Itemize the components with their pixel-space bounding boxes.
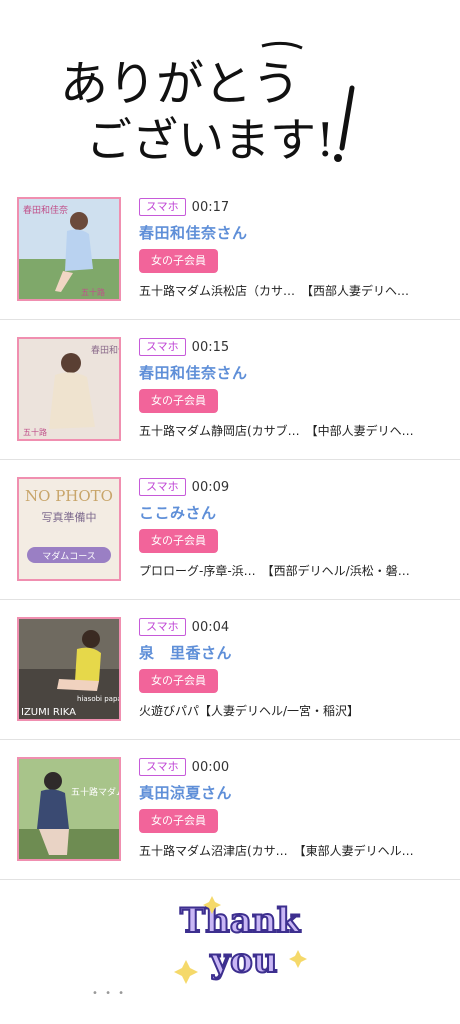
footer-dots: • • • [92,988,127,999]
device-badge: スマホ [139,198,186,216]
device-badge: スマホ [139,618,186,636]
thumb-logo-text: 五十路 [23,427,47,437]
shop-name: 火遊びパパ【人妻デリヘル/一宮・稲沢】 [139,704,360,718]
visit-time: 00:00 [191,759,230,775]
visit-time: 00:09 [191,479,230,495]
thank-you-sticker: Thank you [160,890,320,990]
girl-name-link[interactable]: 泉 里香さん [139,643,452,663]
device-badge: スマホ [139,338,186,356]
no-photo-title: NO PHOTO [25,487,113,505]
thumb-overlay-text: 春田和佳奈 [91,344,119,356]
list-item[interactable]: NO PHOTO 写真準備中 マダムコース スマホ 00:09 ここみさん 女の… [0,460,460,600]
thumb-overlay-text: 春田和佳奈 [23,204,68,216]
girl-name-link[interactable]: 真田涼夏さん [139,783,452,803]
thanks-line-1: Thank [180,901,302,941]
girl-name-link[interactable]: ここみさん [139,503,452,523]
device-badge: スマホ [139,758,186,776]
profile-photo-icon[interactable]: 春田和佳奈 五十路 [17,337,121,441]
thumb-overlay-text: 五十路マダム [71,786,119,798]
thumb-overlay-text: IZUMI RIKA [21,707,76,718]
shop-name: プロローグ-序章-浜… 【西部デリヘル/浜松・磐… [139,564,410,578]
visit-time: 00:15 [191,339,230,355]
member-badge: 女の子会員 [139,809,218,833]
list-item[interactable]: 春田和佳奈 五十路 スマホ 00:15 春田和佳奈さん 女の子会員 五十路マダム… [0,320,460,460]
thumb-logo-text: 五十路 [81,287,105,297]
profile-photo-icon[interactable]: 五十路マダム [17,757,121,861]
no-photo-sub: 写真準備中 [42,510,97,524]
member-badge: 女の子会員 [139,529,218,553]
visit-time: 00:17 [191,199,230,215]
girl-name-link[interactable]: 春田和佳奈さん [139,363,452,383]
list-item[interactable]: 春田和佳奈 五十路 スマホ 00:17 春田和佳奈さん 女の子会員 五十路マダム… [0,180,460,320]
shop-name: 五十路マダム静岡店(カサブ… 【中部人妻デリヘ… [139,424,414,438]
shop-name: 五十路マダム浜松店（カサ… 【西部人妻デリヘ… [139,284,410,298]
profile-photo-icon[interactable]: IZUMI RIKA hiasobi papa [17,617,121,721]
member-badge: 女の子会員 [139,249,218,273]
member-badge: 女の子会員 [139,389,218,413]
banner-line-2: ございます! [86,113,335,167]
girl-name-link[interactable]: 春田和佳奈さん [139,223,452,243]
banner-line-1: ありがとう [60,56,300,112]
member-badge: 女の子会員 [139,669,218,693]
profile-photo-icon[interactable]: 春田和佳奈 五十路 [17,197,121,301]
visit-time: 00:04 [191,619,230,635]
list-item[interactable]: 五十路マダム スマホ 00:00 真田涼夏さん 女の子会員 五十路マダム沼津店(… [0,740,460,880]
sparkle-icon [289,950,307,968]
no-photo-placeholder-icon[interactable]: NO PHOTO 写真準備中 マダムコース [17,477,121,581]
thank-you-banner: ありがとう ございます! [52,38,372,168]
visitor-list: 春田和佳奈 五十路 スマホ 00:17 春田和佳奈さん 女の子会員 五十路マダム… [0,180,460,880]
device-badge: スマホ [139,478,186,496]
course-label: マダムコース [42,550,96,562]
thanks-line-2: you [209,941,277,981]
thumb-logo-text: hiasobi papa [77,695,119,703]
shop-name: 五十路マダム沼津店(カサ… 【東部人妻デリヘル… [139,844,414,858]
sparkle-icon [174,960,198,984]
list-item[interactable]: IZUMI RIKA hiasobi papa スマホ 00:04 泉 里香さん… [0,600,460,740]
